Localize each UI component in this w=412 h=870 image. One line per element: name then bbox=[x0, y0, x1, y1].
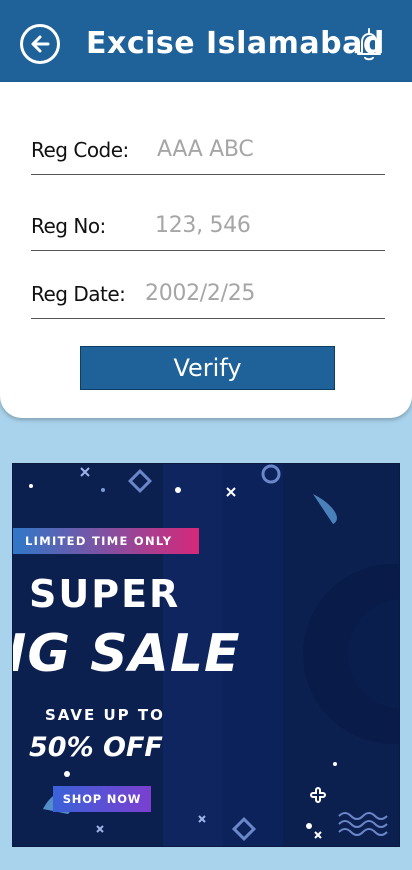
reg-code-row: Reg Code: AAA ABC bbox=[31, 114, 385, 175]
reg-date-input[interactable]: 2002/2/25 bbox=[145, 281, 255, 306]
reg-no-label: Reg No: bbox=[31, 214, 106, 238]
discount-text: 50% OFF bbox=[29, 732, 163, 763]
save-up-text: SAVE UP TO bbox=[45, 706, 165, 724]
page-title: Excise Islamabad bbox=[86, 26, 385, 61]
bell-icon[interactable] bbox=[352, 26, 386, 64]
reg-no-input[interactable]: 123, 546 bbox=[155, 213, 251, 238]
app-header: Excise Islamabad bbox=[0, 0, 412, 86]
reg-code-input[interactable]: AAA ABC bbox=[157, 137, 254, 162]
banner-headline-line1: SUPER bbox=[29, 572, 181, 616]
reg-no-row: Reg No: 123, 546 bbox=[31, 190, 385, 251]
verify-button[interactable]: Verify bbox=[80, 346, 335, 390]
reg-date-label: Reg Date: bbox=[31, 282, 126, 306]
banner-headline-line2: IG SALE bbox=[12, 624, 241, 684]
shop-now-button[interactable]: SHOP NOW bbox=[53, 786, 151, 812]
verification-form: Reg Code: AAA ABC Reg No: 123, 546 Reg D… bbox=[0, 82, 412, 418]
reg-date-row: Reg Date: 2002/2/25 bbox=[31, 258, 385, 319]
sale-banner[interactable]: LIMITED TIME ONLY SUPER IG SALE SAVE UP … bbox=[12, 463, 400, 847]
limited-time-badge: LIMITED TIME ONLY bbox=[13, 528, 199, 554]
back-arrow-circle-icon[interactable] bbox=[20, 24, 60, 64]
reg-code-label: Reg Code: bbox=[31, 138, 129, 162]
